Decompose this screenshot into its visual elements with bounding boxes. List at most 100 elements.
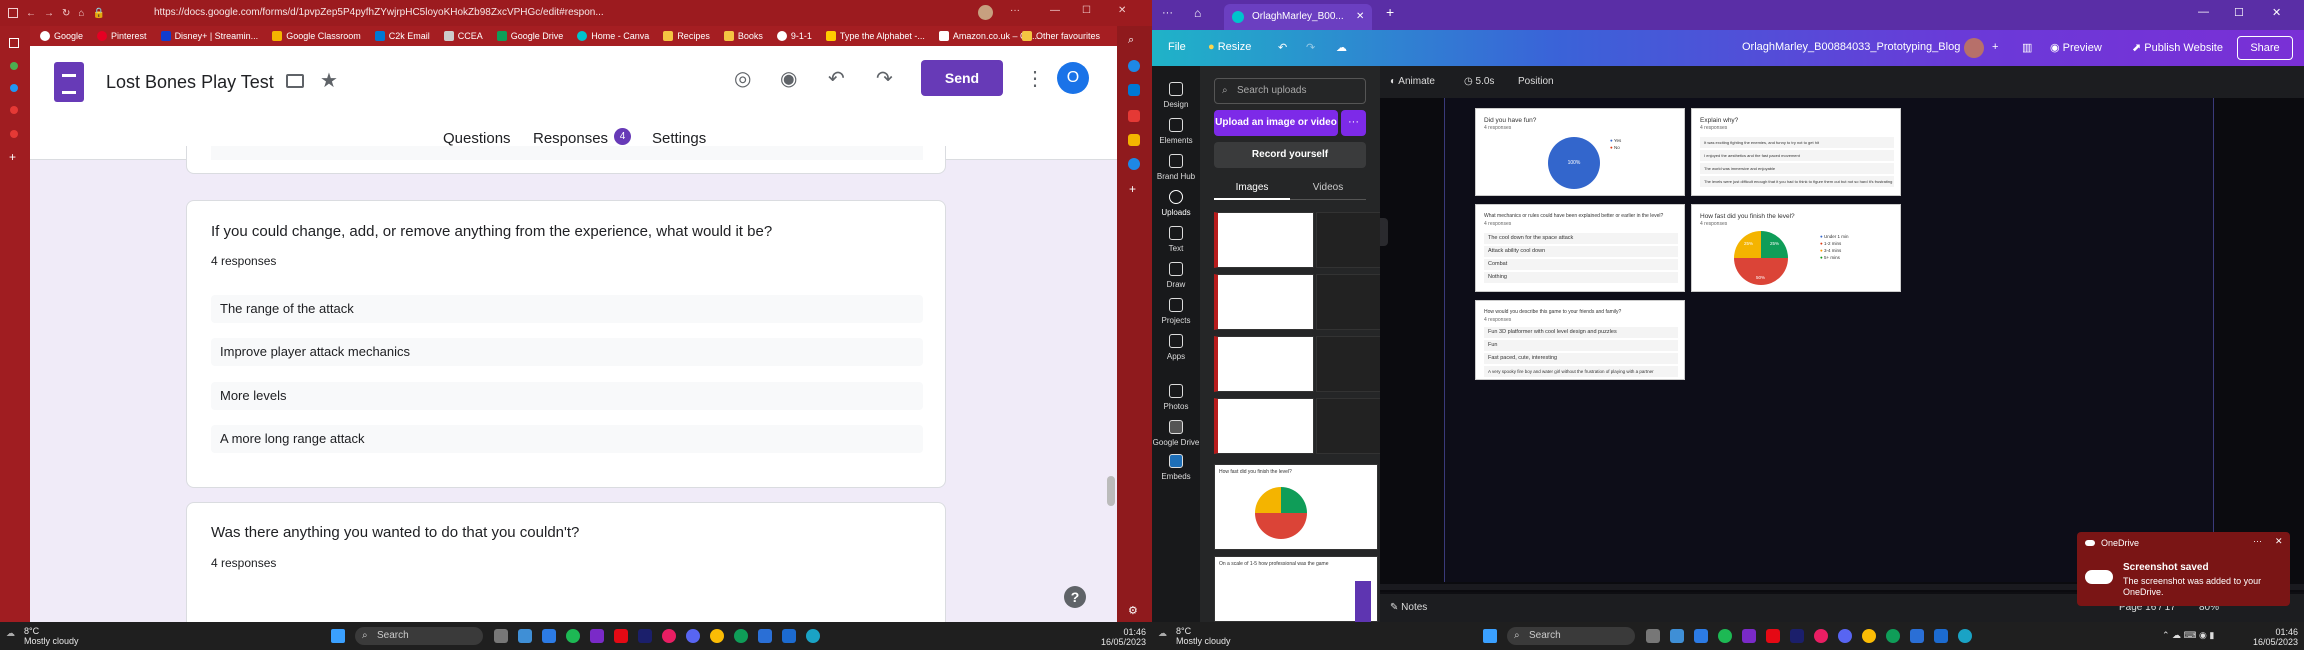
fav-canva[interactable]: Home - Canva <box>577 31 649 41</box>
upload-more-button[interactable]: ··· <box>1341 110 1366 136</box>
maximize-icon[interactable]: ☐ <box>1082 5 1091 16</box>
help-button[interactable]: ? <box>1064 586 1086 608</box>
record-yourself-button[interactable]: Record yourself <box>1214 142 1366 168</box>
fav-recipes[interactable]: Recipes <box>663 31 710 41</box>
animate-button[interactable]: ◐ Animate <box>1390 76 1435 87</box>
nav-brand-hub[interactable]: Brand Hub <box>1152 154 1200 181</box>
tab-responses[interactable]: Responses <box>533 130 608 147</box>
tab-videos[interactable]: Videos <box>1290 178 1366 200</box>
nav-projects[interactable]: Projects <box>1152 298 1200 325</box>
edge-icon[interactable] <box>1958 629 1972 643</box>
taskbar-search[interactable]: ⌕ Search <box>1507 627 1635 645</box>
nav-embeds[interactable]: Embeds <box>1152 454 1200 481</box>
minimize-icon[interactable]: — <box>1050 5 1060 16</box>
close-icon[interactable]: ✕ <box>1118 5 1126 16</box>
app-icon[interactable] <box>1790 629 1804 643</box>
tab-questions[interactable]: Questions <box>443 130 511 147</box>
document-title[interactable]: OrlaghMarley_B00884033_Prototyping_Blog <box>1742 41 1960 53</box>
app-icon[interactable] <box>10 106 18 114</box>
forms-logo-icon[interactable] <box>54 62 84 102</box>
close-icon[interactable]: ✕ <box>2272 6 2281 19</box>
undo-icon[interactable]: ↶ <box>1278 41 1287 54</box>
app-icon[interactable] <box>1910 629 1924 643</box>
fav-type-alphabet[interactable]: Type the Alphabet -... <box>825 31 925 41</box>
nav-google-drive[interactable]: Google Drive <box>1152 420 1200 447</box>
tab-settings[interactable]: Settings <box>652 130 706 147</box>
start-button[interactable] <box>331 629 345 643</box>
app-icon[interactable] <box>1128 134 1140 146</box>
fav-pinterest[interactable]: Pinterest <box>97 31 147 41</box>
app-icon[interactable] <box>10 84 18 92</box>
url-text[interactable]: https://docs.google.com/forms/d/1pvpZep5… <box>154 7 604 18</box>
card-describe[interactable]: How would you describe this game to your… <box>1475 300 1685 380</box>
fav-other-favourites[interactable]: Other favourites <box>1022 31 1100 41</box>
nav-draw[interactable]: Draw <box>1152 262 1200 289</box>
taskbar-search[interactable]: ⌕ Search <box>355 627 483 645</box>
upload-thumbnail[interactable] <box>1214 274 1314 330</box>
form-title[interactable]: Lost Bones Play Test <box>106 72 274 93</box>
app-icon[interactable] <box>758 629 772 643</box>
app-icon[interactable] <box>1128 60 1140 72</box>
netflix-icon[interactable] <box>1766 629 1780 643</box>
new-tab-icon[interactable]: + <box>1386 4 1394 20</box>
nav-elements[interactable]: Elements <box>1152 118 1200 145</box>
notes-button[interactable]: ✎ Notes <box>1390 602 1427 613</box>
position-button[interactable]: Position <box>1518 76 1554 87</box>
start-button[interactable] <box>1483 629 1497 643</box>
resize-menu[interactable]: ● Resize <box>1208 41 1251 53</box>
chrome-icon[interactable] <box>1862 629 1876 643</box>
fav-911[interactable]: 9-1-1 <box>776 31 812 41</box>
nav-text[interactable]: Text <box>1152 226 1200 253</box>
fav-ccea[interactable]: CCEA <box>443 31 483 41</box>
close-tab-icon[interactable]: ✕ <box>1356 4 1364 30</box>
profile-icon[interactable] <box>978 5 993 20</box>
refresh-icon[interactable]: ↻ <box>62 8 70 19</box>
fav-google[interactable]: Google <box>40 31 83 41</box>
back-icon[interactable]: ← <box>26 8 36 19</box>
app-icon[interactable] <box>1670 629 1684 643</box>
search-icon[interactable]: ⌕ <box>1128 34 1134 47</box>
app-icon[interactable] <box>734 629 748 643</box>
folder-icon[interactable] <box>286 74 304 88</box>
upload-thumbnail-speed-chart[interactable]: How fast did you finish the level? <box>1214 464 1378 550</box>
spotify-icon[interactable] <box>1718 629 1732 643</box>
tab-images[interactable]: Images <box>1214 178 1290 200</box>
star-icon[interactable]: ★ <box>320 68 338 93</box>
tray-icons[interactable]: ⌃ ☁ ⌨ ◉ ▮ <box>2162 630 2214 641</box>
netflix-icon[interactable] <box>614 629 628 643</box>
canva-page[interactable]: Did you have fun? 4 responses 100% ● Yes… <box>1444 98 2214 582</box>
more-vert-icon[interactable]: ⋮ <box>1025 66 1045 91</box>
taskbar-clock[interactable]: 01:46 16/05/2023 <box>1090 627 1146 647</box>
gear-icon[interactable]: ⚙ <box>1128 604 1138 617</box>
toast-more-icon[interactable]: ··· <box>2253 536 2262 546</box>
edge-icon[interactable] <box>806 629 820 643</box>
app-icon[interactable] <box>10 62 18 70</box>
tab-icon[interactable] <box>9 38 19 48</box>
upload-thumbnail[interactable] <box>1214 212 1314 268</box>
app-icon[interactable] <box>590 629 604 643</box>
redo-icon[interactable]: ↷ <box>1306 41 1315 54</box>
taskview-icon[interactable] <box>1646 629 1660 643</box>
card-fun[interactable]: Did you have fun? 4 responses 100% ● Yes… <box>1475 108 1685 196</box>
sidebar-toggle-icon[interactable] <box>8 8 18 18</box>
cloud-save-icon[interactable]: ☁ <box>1336 41 1347 54</box>
weather-widget[interactable]: ☁ 8°C Mostly cloudy <box>1158 626 1231 646</box>
app-icon[interactable] <box>518 629 532 643</box>
app-icon[interactable] <box>662 629 676 643</box>
browser-tab-canva[interactable]: OrlaghMarley_B00... ✕ <box>1224 4 1372 30</box>
nav-design[interactable]: Design <box>1152 82 1200 109</box>
app-icon[interactable] <box>542 629 556 643</box>
file-menu[interactable]: File <box>1168 41 1186 53</box>
app-icon[interactable] <box>1742 629 1756 643</box>
minimize-icon[interactable]: — <box>2198 6 2209 18</box>
nav-apps[interactable]: Apps <box>1152 334 1200 361</box>
discord-icon[interactable] <box>1838 629 1852 643</box>
duration-button[interactable]: ◷ 5.0s <box>1464 76 1494 87</box>
redo-icon[interactable]: ↷ <box>876 66 893 91</box>
fav-c2k-email[interactable]: C2k Email <box>374 31 430 41</box>
workspace-icon[interactable]: ⌂ <box>1194 6 1201 20</box>
card-finish-speed[interactable]: How fast did you finish the level? 4 res… <box>1691 204 1901 292</box>
add-icon[interactable]: + <box>9 150 16 164</box>
undo-icon[interactable]: ↶ <box>828 66 845 91</box>
home-icon[interactable]: ⌂ <box>78 8 84 19</box>
